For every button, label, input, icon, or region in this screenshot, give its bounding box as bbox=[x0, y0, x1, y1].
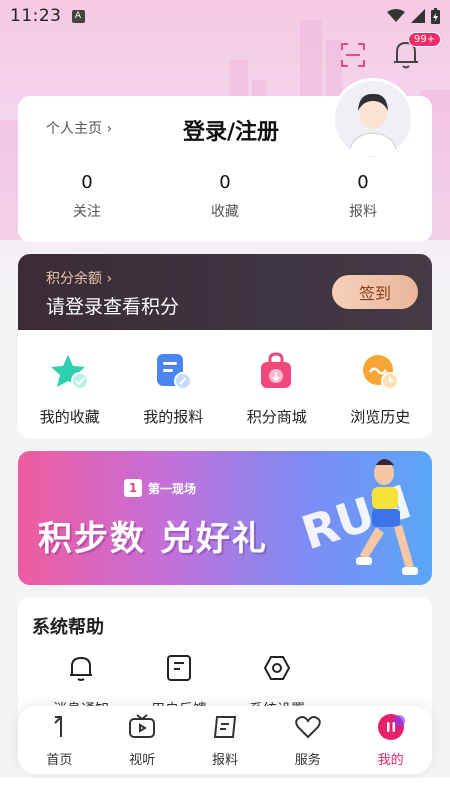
status-bar: 11:23 A bbox=[0, 0, 450, 32]
banner-title: 积步数 兑好礼 bbox=[38, 519, 268, 559]
checkin-button[interactable]: 签到 bbox=[332, 275, 418, 309]
quick-link-label: 我的报料 bbox=[143, 408, 204, 426]
points-login-prompt: 请登录查看积分 bbox=[46, 296, 180, 318]
quick-link-label: 我的收藏 bbox=[39, 408, 100, 426]
points-balance-label: 积分余额 bbox=[46, 271, 102, 287]
heart-icon bbox=[295, 715, 321, 738]
home-icon bbox=[54, 715, 63, 737]
stat-value: 0 bbox=[219, 172, 231, 193]
profile-card: 个人主页 › 登录/注册 0 关注 0 收藏 0 报料 bbox=[18, 78, 432, 242]
system-nav-bar bbox=[0, 778, 450, 801]
settings-icon bbox=[263, 656, 291, 680]
default-avatar-icon bbox=[335, 81, 411, 157]
status-time: 11:23 bbox=[10, 6, 62, 26]
promo-banner[interactable]: RUN 1 第一现场 积步数 兑好礼 bbox=[18, 451, 432, 585]
points-balance-link[interactable]: 积分余额 › bbox=[46, 268, 112, 288]
logo-mark: 1 bbox=[124, 479, 142, 497]
quick-link-reports[interactable]: 我的报料 bbox=[122, 352, 226, 427]
quick-link-history[interactable]: 浏览历史 bbox=[329, 352, 433, 427]
clock-icon bbox=[363, 355, 400, 390]
wifi-icon bbox=[387, 9, 405, 22]
tab-label: 报料 bbox=[211, 752, 238, 768]
tv-icon bbox=[129, 713, 156, 738]
tab-report[interactable]: 报料 bbox=[184, 713, 267, 768]
chevron-right-icon: › bbox=[106, 271, 113, 287]
stat-label: 报料 bbox=[349, 204, 377, 220]
report-icon bbox=[213, 715, 237, 738]
quick-link-favorites[interactable]: 我的收藏 bbox=[18, 352, 122, 427]
feedback-icon bbox=[167, 655, 191, 681]
quick-link-mall[interactable]: 积分商城 bbox=[225, 352, 329, 427]
quick-link-label: 积分商城 bbox=[246, 408, 307, 426]
stat-value: 0 bbox=[357, 172, 369, 193]
quick-links: 我的收藏 我的报料 积分商城 浏览历史 bbox=[18, 330, 432, 427]
login-register-link[interactable]: 登录/注册 bbox=[183, 114, 279, 146]
points-header: 积分余额 › 请登录查看积分 签到 bbox=[18, 254, 432, 330]
quick-link-label: 浏览历史 bbox=[350, 408, 411, 426]
header-actions: 99+ bbox=[340, 32, 442, 72]
status-icons bbox=[387, 8, 440, 24]
signal-icon bbox=[411, 9, 425, 23]
scan-icon[interactable] bbox=[340, 42, 366, 68]
tab-label: 服务 bbox=[294, 752, 321, 768]
tab-home[interactable]: 首页 bbox=[18, 713, 101, 768]
tab-label: 首页 bbox=[46, 752, 73, 768]
document-icon bbox=[157, 354, 193, 390]
help-title: 系统帮助 bbox=[32, 617, 104, 638]
profile-icon bbox=[377, 713, 405, 740]
tab-label: 我的 bbox=[377, 752, 404, 768]
banner-logo: 1 第一现场 bbox=[124, 479, 196, 497]
star-icon bbox=[50, 355, 89, 390]
points-card: 积分余额 › 请登录查看积分 签到 我的收藏 我的报料 积分商城 浏览历史 bbox=[18, 254, 432, 438]
bottom-tab-bar: 首页 视听 报料 服务 我的 bbox=[18, 706, 432, 774]
stat-label: 关注 bbox=[73, 204, 101, 220]
profile-stats: 0 关注 0 收藏 0 报料 bbox=[18, 172, 432, 221]
stat-follow[interactable]: 0 关注 bbox=[18, 172, 156, 221]
profile-link[interactable]: 个人主页 › bbox=[46, 118, 112, 138]
stat-reports[interactable]: 0 报料 bbox=[294, 172, 432, 221]
battery-icon bbox=[431, 8, 440, 24]
stat-favorites[interactable]: 0 收藏 bbox=[156, 172, 294, 221]
runner-illustration: RUN bbox=[298, 459, 418, 575]
stat-value: 0 bbox=[81, 172, 93, 193]
notification-badge: 99+ bbox=[408, 32, 442, 47]
logo-text: 第一现场 bbox=[148, 481, 197, 496]
profile-link-label: 个人主页 bbox=[46, 121, 102, 137]
tab-media[interactable]: 视听 bbox=[101, 713, 184, 768]
stat-label: 收藏 bbox=[211, 204, 239, 220]
chevron-right-icon: › bbox=[106, 121, 113, 137]
bell-icon bbox=[70, 656, 92, 681]
avatar[interactable] bbox=[332, 78, 414, 160]
status-indicator: A bbox=[71, 9, 85, 23]
tab-services[interactable]: 服务 bbox=[266, 713, 349, 768]
tab-label: 视听 bbox=[129, 752, 156, 768]
tab-profile[interactable]: 我的 bbox=[349, 713, 432, 768]
notification-button[interactable]: 99+ bbox=[392, 32, 442, 72]
shopping-bag-icon bbox=[260, 352, 291, 388]
